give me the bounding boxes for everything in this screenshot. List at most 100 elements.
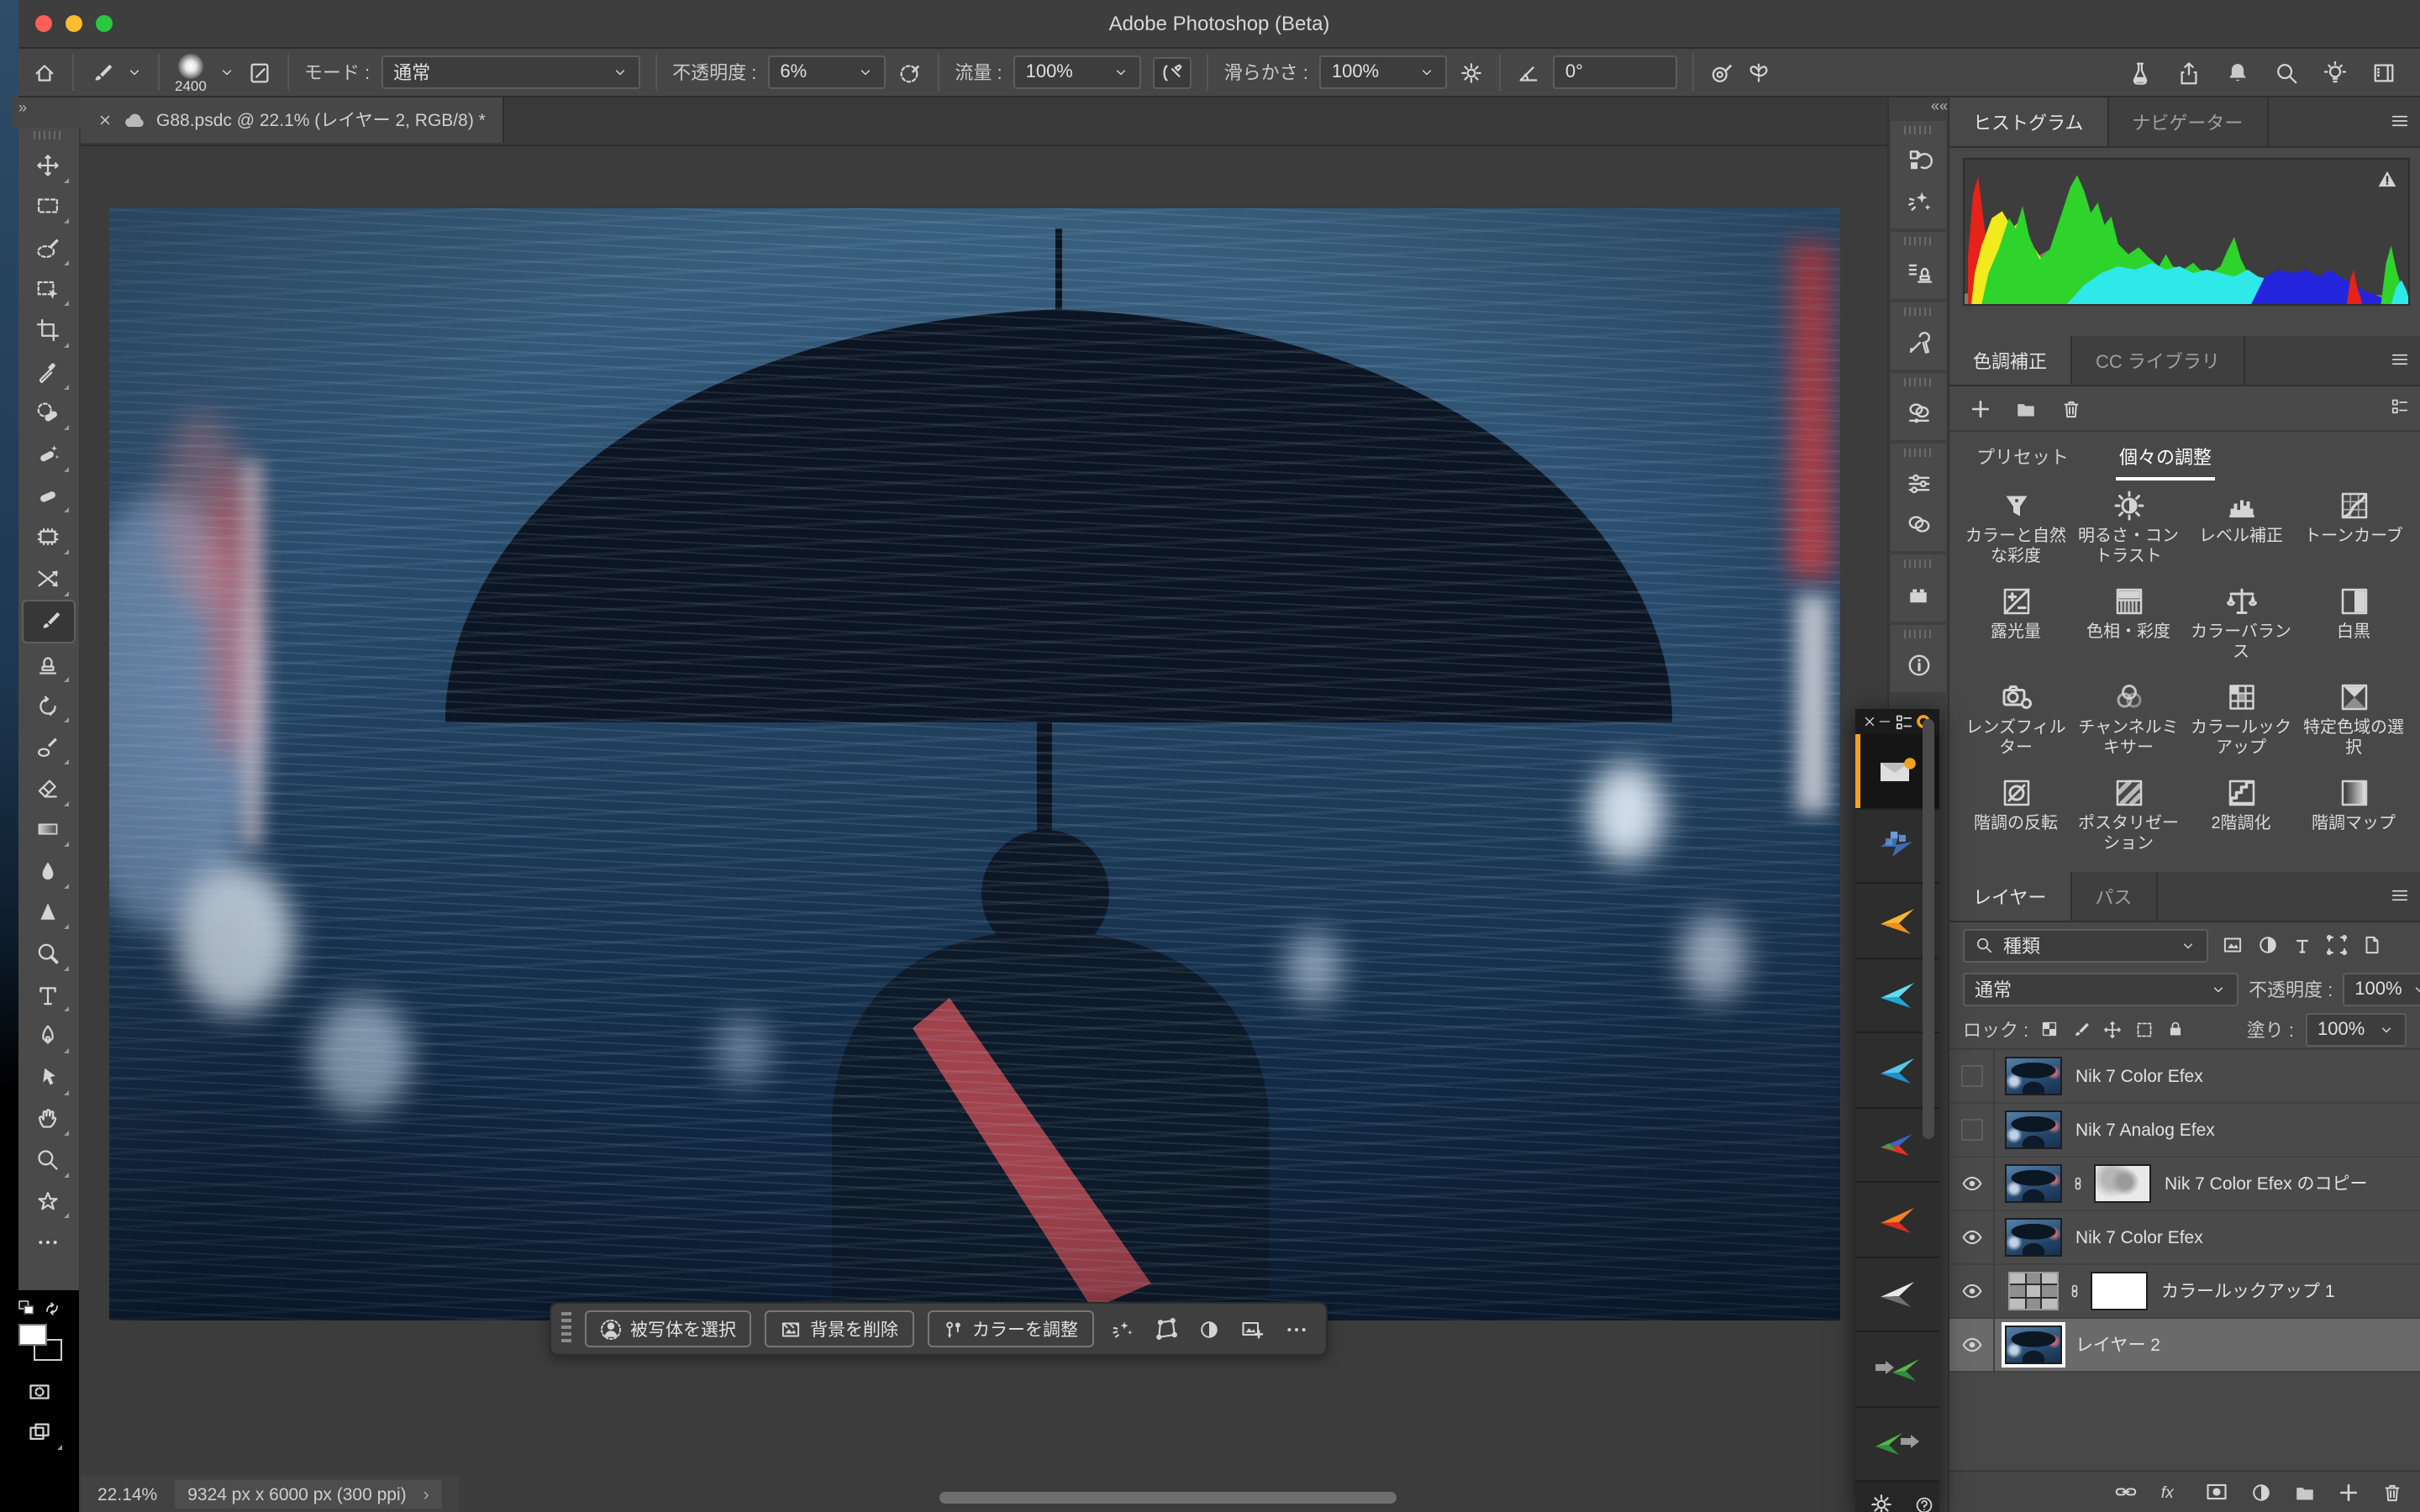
layer-row[interactable]: カラールックアップ 1 — [1949, 1265, 2420, 1319]
transform-icon[interactable] — [1154, 1317, 1177, 1341]
subtab-single-adjustments[interactable]: 個々の調整 — [2116, 433, 2215, 480]
tab-paths[interactable]: パス — [2071, 872, 2157, 921]
path-select-tool[interactable] — [22, 1057, 72, 1098]
fill-field[interactable]: 100% — [2306, 1012, 2407, 1046]
layer-name[interactable]: レイヤー 2 — [2075, 1332, 2160, 1357]
tab-adjustments[interactable]: 色調補正 — [1949, 336, 2072, 385]
channels-icon[interactable] — [1905, 504, 1932, 544]
minimize-icon[interactable] — [1878, 714, 1893, 729]
lock-transparency-icon[interactable] — [2040, 1020, 2059, 1038]
generative-fill-icon[interactable] — [1110, 1317, 1134, 1341]
nik-help-icon[interactable] — [1914, 1494, 1934, 1512]
adjustment-xsquare[interactable]: 特定色域の選択 — [2297, 680, 2410, 759]
flow-field[interactable]: 100% — [1014, 55, 1142, 89]
layer-name[interactable]: Nik 7 Color Efex — [2075, 1227, 2203, 1247]
taskbar-drag-handle[interactable] — [561, 1312, 571, 1346]
layer-thumbnail[interactable] — [2005, 1164, 2062, 1203]
eraser-tool[interactable] — [22, 768, 72, 809]
share-icon[interactable] — [2176, 60, 2202, 85]
default-colors-icon[interactable] — [17, 1299, 37, 1319]
nik-orange-red[interactable] — [1855, 1183, 1939, 1257]
layer-row[interactable]: Nik 7 Color Efex — [1949, 1050, 2420, 1104]
marquee-tool[interactable] — [22, 186, 72, 227]
symmetry-icon[interactable] — [1747, 60, 1772, 85]
layer-lut-thumbnail[interactable] — [2008, 1272, 2059, 1310]
layer-row[interactable]: Nik 7 Color Efex のコピー — [1949, 1158, 2420, 1211]
contextual-taskbar[interactable]: 被写体を選択背景を削除カラーを調整 — [550, 1302, 1327, 1356]
adjustment-icon[interactable] — [1197, 1318, 1219, 1340]
layer-name[interactable]: Nik 7 Analog Efex — [2075, 1120, 2215, 1140]
search-icon[interactable] — [2274, 60, 2299, 85]
visibility-eye-icon[interactable] — [1949, 1319, 1995, 1371]
adjustment-bw[interactable]: 白黒 — [2297, 585, 2410, 664]
layer-mask-link-icon[interactable] — [2065, 1282, 2084, 1300]
bell-icon[interactable] — [2225, 60, 2250, 85]
lock-position-icon[interactable] — [2102, 1019, 2123, 1039]
properties-icon[interactable] — [1905, 464, 1932, 504]
brush-settings-panel-icon[interactable] — [247, 60, 272, 85]
adjustment-exposure[interactable]: 露光量 — [1960, 585, 2072, 664]
nik-settings-icon[interactable] — [1869, 1492, 1894, 1512]
remove-background-button[interactable]: 背景を削除 — [765, 1310, 913, 1347]
brush-preview[interactable]: 2400 — [175, 53, 207, 93]
version-history-icon[interactable] — [1905, 141, 1932, 181]
edit-toolbar[interactable] — [22, 1222, 72, 1263]
toolbar-grip[interactable] — [34, 131, 64, 139]
lock-pixels-icon[interactable] — [2070, 1019, 2091, 1039]
panel-menu-icon[interactable] — [2390, 885, 2410, 906]
pen-tool[interactable] — [22, 1016, 72, 1057]
adjustment-grid3[interactable]: カラールックアップ — [2185, 680, 2297, 759]
hand-tool[interactable] — [22, 1098, 72, 1139]
layer-thumbnail[interactable] — [2005, 1218, 2062, 1257]
opacity-field[interactable]: 6% — [768, 55, 886, 89]
smoothing-field[interactable]: 100% — [1320, 55, 1448, 89]
shape-tool[interactable] — [22, 1181, 72, 1222]
layer-mask-link-icon[interactable] — [2069, 1174, 2087, 1193]
clone-stamp-tool[interactable] — [22, 643, 72, 685]
color-mixer-icon[interactable] — [1905, 393, 1932, 433]
layer-thumbnail[interactable] — [2005, 1057, 2062, 1095]
layer-filter-select[interactable]: 種類 — [1963, 928, 2208, 962]
layer-thumbnail[interactable] — [2005, 1110, 2062, 1149]
tab-histogram[interactable]: ヒストグラム — [1949, 97, 2108, 146]
visibility-eye-icon[interactable] — [1949, 1265, 1995, 1317]
layer-blend-mode-select[interactable]: 通常 — [1963, 972, 2238, 1005]
layer-name[interactable]: Nik 7 Color Efex のコピー — [2165, 1171, 2368, 1196]
adjustment-venn[interactable]: チャンネルミキサー — [2072, 680, 2185, 759]
document-size-info[interactable]: 9324 px x 6000 px (300 ppi) › — [174, 1480, 442, 1509]
bulb-icon[interactable] — [2323, 60, 2348, 85]
adjustment-steps[interactable]: 2階調化 — [2185, 776, 2297, 855]
type-tool[interactable] — [22, 974, 72, 1016]
patch-tool[interactable] — [22, 475, 72, 517]
swap-colors-icon[interactable] — [42, 1299, 62, 1319]
remove-tool[interactable] — [22, 433, 72, 475]
delete-icon[interactable] — [2060, 397, 2082, 419]
delete-layer-icon[interactable] — [2381, 1481, 2403, 1503]
tool-presets-icon[interactable] — [1905, 323, 1932, 363]
smoothing-gear-icon[interactable] — [1460, 60, 1485, 85]
info-icon[interactable] — [1905, 645, 1932, 685]
list-view-icon[interactable] — [2390, 396, 2410, 417]
nik-scrollbar[interactable] — [1923, 719, 1934, 1139]
tab-layers[interactable]: レイヤー — [1949, 872, 2071, 921]
zoom-tool[interactable] — [22, 1140, 72, 1181]
content-aware-move-tool[interactable] — [22, 558, 72, 599]
move-tool[interactable] — [22, 144, 72, 186]
filter-pixel-layers-icon[interactable] — [2222, 934, 2244, 956]
adjustment-funnel[interactable]: カラーと自然な彩度 — [1960, 489, 2072, 568]
brush-tool-preset-icon[interactable] — [89, 60, 114, 85]
adjustment-huesat[interactable]: 色相・彩度 — [2072, 585, 2185, 664]
eyedropper-tool[interactable] — [22, 351, 72, 392]
layer-mask-thumbnail[interactable] — [2091, 1272, 2148, 1310]
select-subject-button[interactable]: 被写体を選択 — [585, 1310, 751, 1347]
histogram-warning-icon[interactable] — [2376, 168, 2398, 190]
filter-type-layers-icon[interactable] — [2292, 935, 2312, 955]
quick-mask-button[interactable] — [14, 1371, 65, 1412]
content-frame-tool[interactable] — [22, 517, 72, 558]
brush-tool[interactable] — [22, 599, 76, 643]
new-layer-icon[interactable] — [2338, 1481, 2360, 1503]
selection-brush-tool[interactable] — [22, 227, 72, 268]
blend-mode-select[interactable]: 通常 — [381, 55, 640, 89]
chevron-down-icon[interactable] — [218, 64, 235, 81]
layer-row[interactable]: Nik 7 Color Efex — [1949, 1211, 2420, 1265]
